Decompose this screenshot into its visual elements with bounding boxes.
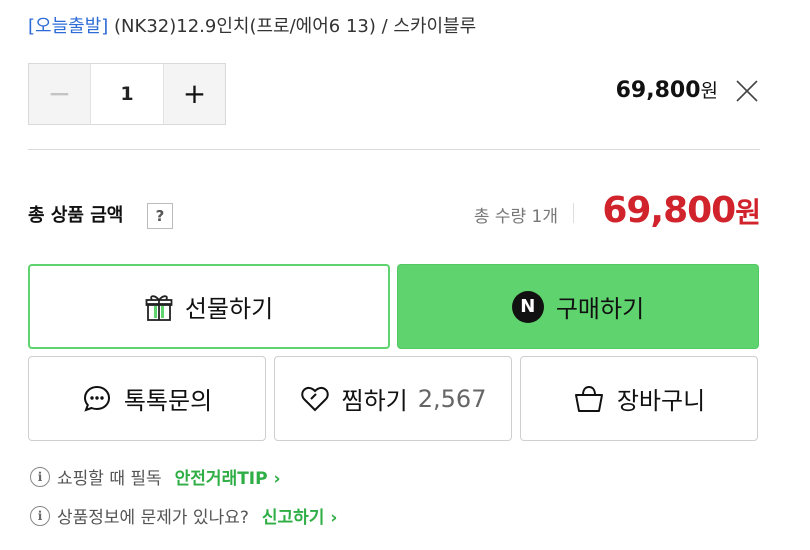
info-icon: i <box>30 466 50 487</box>
total-price-amount: 69,800 <box>602 190 736 231</box>
safe-trade-tip-link[interactable]: 안전거래TIP › <box>175 464 281 489</box>
info-icon: i <box>30 505 50 526</box>
chevron-right-icon: › <box>330 508 338 528</box>
talktalk-button[interactable]: 톡톡문의 <box>28 356 266 441</box>
cart-button[interactable]: 장바구니 <box>520 356 758 441</box>
line-price: 69,800원 <box>616 76 718 103</box>
buy-button[interactable]: N 구매하기 <box>397 264 759 349</box>
gift-icon <box>145 294 173 321</box>
increase-button[interactable]: + <box>163 64 225 124</box>
link-label: 신고하기 <box>261 508 325 528</box>
option-tag: [오늘출발] <box>28 16 109 37</box>
chat-bubble-icon <box>83 385 110 412</box>
naverpay-icon: N <box>511 290 544 323</box>
heart-icon <box>300 386 329 411</box>
separator <box>573 203 574 223</box>
link-label: 안전거래TIP <box>174 469 268 489</box>
buy-button-label: 구매하기 <box>555 295 645 323</box>
notice-text: 쇼핑할 때 필독 <box>57 469 162 489</box>
total-price: 69,800원 <box>602 190 761 231</box>
wishlist-button-label: 찜하기 <box>341 387 408 415</box>
wishlist-count: 2,567 <box>417 384 487 413</box>
minus-icon: − <box>47 77 72 110</box>
cart-button-label: 장바구니 <box>616 387 706 415</box>
notice-safe-trade: i 쇼핑할 때 필독 안전거래TIP › <box>30 464 281 489</box>
divider <box>28 149 760 150</box>
option-name: (NK32)12.9인치(프로/에어6 13) / 스카이블루 <box>114 16 477 37</box>
option-title: [오늘출발] (NK32)12.9인치(프로/에어6 13) / 스카이블루 <box>28 12 476 38</box>
gift-button[interactable]: 선물하기 <box>28 264 390 349</box>
talktalk-button-label: 톡톡문의 <box>123 387 213 415</box>
remove-option-button[interactable] <box>734 78 760 104</box>
line-price-unit: 원 <box>700 80 718 102</box>
help-button[interactable]: ? <box>147 203 173 229</box>
quantity-stepper: − + <box>28 63 226 125</box>
line-price-amount: 69,800 <box>615 78 701 103</box>
shopping-bag-icon <box>574 385 603 412</box>
report-link[interactable]: 신고하기 › <box>262 503 338 528</box>
total-quantity: 총 수량 1개 <box>473 207 558 227</box>
wishlist-button[interactable]: 찜하기 2,567 <box>274 356 512 441</box>
chevron-right-icon: › <box>273 469 281 489</box>
decrease-button[interactable]: − <box>29 64 91 124</box>
close-icon <box>736 80 758 102</box>
total-label: 총 상품 금액 <box>28 205 124 226</box>
plus-icon: + <box>182 77 207 110</box>
total-price-unit: 원 <box>735 196 761 229</box>
notice-report: i 상품정보에 문제가 있나요? 신고하기 › <box>30 503 337 528</box>
gift-button-label: 선물하기 <box>184 295 274 323</box>
notice-text: 상품정보에 문제가 있나요? <box>57 508 249 528</box>
quantity-input[interactable] <box>91 64 163 124</box>
